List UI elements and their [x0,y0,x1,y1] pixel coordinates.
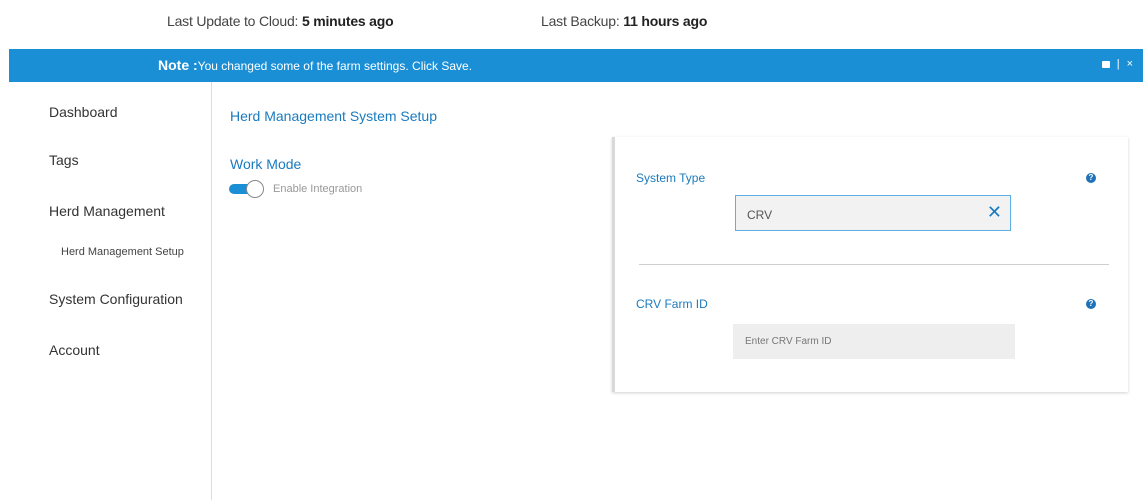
notification-bar: Note :You changed some of the farm setti… [9,49,1143,82]
system-type-value: CRV [747,208,773,222]
backup-status: Last Backup: 11 hours ago [541,13,707,29]
note-label: Note : [158,57,198,73]
save-icon[interactable] [1101,60,1110,68]
system-type-label: System Type [636,171,706,185]
divider [639,264,1109,265]
sidebar-item-herd-management-setup[interactable]: Herd Management Setup [61,246,184,258]
sidebar-item-system-configuration[interactable]: System Configuration [49,291,183,307]
crv-farm-id-label: CRV Farm ID [636,297,708,311]
close-notification-button[interactable]: × [1127,58,1133,70]
status-bar: Last Update to Cloud: 5 minutes ago Last… [0,0,1143,44]
crv-farm-id-input[interactable] [733,324,1015,359]
backup-value: 11 hours ago [623,13,708,29]
work-mode-heading: Work Mode [230,156,302,172]
note-text: You changed some of the farm settings. C… [197,59,473,73]
separator: | [1116,58,1120,70]
sidebar-item-dashboard[interactable]: Dashboard [49,104,118,120]
close-icon[interactable]: ✕ [987,202,1002,223]
sidebar-item-tags[interactable]: Tags [49,152,79,168]
cloud-update-label: Last Update to Cloud: [167,13,299,29]
system-type-select[interactable]: CRV ✕ [735,195,1011,231]
toggle-knob [246,180,264,198]
sidebar: Dashboard Tags Herd Management Herd Mana… [9,82,212,500]
sidebar-item-account[interactable]: Account [49,342,100,358]
question-circle-icon[interactable]: ? [1086,299,1096,309]
cloud-update-status: Last Update to Cloud: 5 minutes ago [167,13,394,29]
backup-label: Last Backup: [541,13,620,29]
enable-integration-label: Enable Integration [273,183,363,195]
notification-message: Note :You changed some of the farm setti… [158,57,472,73]
cloud-update-value: 5 minutes ago [301,13,394,29]
system-setup-panel: System Type ? CRV ✕ CRV Farm ID ? [612,137,1128,392]
enable-integration-toggle[interactable] [229,180,265,198]
notification-controls: | × [1101,58,1133,70]
sidebar-item-herd-management[interactable]: Herd Management [49,203,165,219]
question-circle-icon[interactable]: ? [1086,173,1096,183]
page-title: Herd Management System Setup [230,108,437,124]
